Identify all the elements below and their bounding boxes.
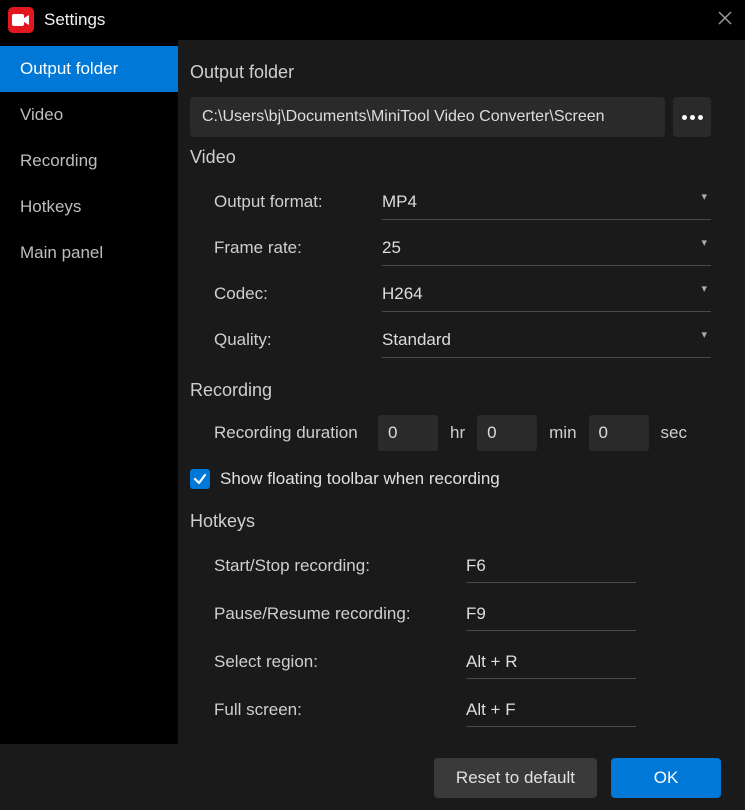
- hotkey-value: F6: [466, 556, 486, 576]
- sidebar-item-label: Output folder: [20, 59, 118, 79]
- duration-sec-input[interactable]: [589, 415, 649, 451]
- button-label: OK: [654, 768, 679, 788]
- content: Output folder C:\Users\bj\Documents\Mini…: [178, 40, 745, 744]
- hotkey-value: F9: [466, 604, 486, 624]
- chevron-down-icon: ▾: [701, 282, 707, 295]
- chevron-down-icon: ▾: [701, 328, 707, 341]
- footer: Reset to default OK: [0, 744, 745, 810]
- select-value: 25: [382, 238, 401, 258]
- sidebar-item-label: Hotkeys: [20, 197, 81, 217]
- browse-button[interactable]: [673, 97, 711, 137]
- hotkey-full-screen-label: Full screen:: [214, 700, 466, 720]
- sidebar-item-hotkeys[interactable]: Hotkeys: [0, 184, 178, 230]
- section-title-video: Video: [190, 147, 711, 168]
- frame-rate-select[interactable]: 25 ▾: [382, 230, 711, 266]
- settings-window: Settings Output folder Video Recording H…: [0, 0, 745, 810]
- sidebar-item-label: Main panel: [20, 243, 103, 263]
- app-icon: [8, 7, 34, 33]
- ellipsis-icon: [682, 115, 703, 120]
- hotkey-value: Alt + R: [466, 652, 518, 672]
- sidebar-item-label: Video: [20, 105, 63, 125]
- output-path-value: C:\Users\bj\Documents\MiniTool Video Con…: [202, 108, 605, 126]
- codec-select[interactable]: H264 ▾: [382, 276, 711, 312]
- hotkey-start-stop-input[interactable]: F6: [466, 549, 636, 583]
- recording-duration-label: Recording duration: [214, 423, 366, 443]
- show-toolbar-checkbox[interactable]: [190, 469, 210, 489]
- titlebar: Settings: [0, 0, 745, 40]
- hotkey-select-region-label: Select region:: [214, 652, 466, 672]
- ok-button[interactable]: OK: [611, 758, 721, 798]
- duration-hr-input[interactable]: [378, 415, 438, 451]
- quality-select[interactable]: Standard ▾: [382, 322, 711, 358]
- sec-unit: sec: [661, 423, 687, 443]
- window-title: Settings: [44, 10, 105, 30]
- hotkey-pause-resume-label: Pause/Resume recording:: [214, 604, 466, 624]
- output-path-input[interactable]: C:\Users\bj\Documents\MiniTool Video Con…: [190, 97, 665, 137]
- chevron-down-icon: ▾: [701, 236, 707, 249]
- sidebar-item-recording[interactable]: Recording: [0, 138, 178, 184]
- close-button[interactable]: [711, 4, 739, 32]
- select-value: Standard: [382, 330, 451, 350]
- min-unit: min: [549, 423, 576, 443]
- quality-label: Quality:: [214, 330, 382, 350]
- hotkey-pause-resume-input[interactable]: F9: [466, 597, 636, 631]
- hotkey-value: Alt + F: [466, 700, 516, 720]
- select-value: H264: [382, 284, 423, 304]
- reset-to-default-button[interactable]: Reset to default: [434, 758, 597, 798]
- section-title-hotkeys: Hotkeys: [190, 511, 711, 532]
- duration-min-input[interactable]: [477, 415, 537, 451]
- button-label: Reset to default: [456, 768, 575, 788]
- frame-rate-label: Frame rate:: [214, 238, 382, 258]
- hr-unit: hr: [450, 423, 465, 443]
- sidebar-item-label: Recording: [20, 151, 98, 171]
- sidebar-item-video[interactable]: Video: [0, 92, 178, 138]
- hotkey-start-stop-label: Start/Stop recording:: [214, 556, 466, 576]
- codec-label: Codec:: [214, 284, 382, 304]
- hotkey-full-screen-input[interactable]: Alt + F: [466, 693, 636, 727]
- section-title-recording: Recording: [190, 380, 711, 401]
- chevron-down-icon: ▾: [701, 190, 707, 203]
- sidebar: Output folder Video Recording Hotkeys Ma…: [0, 40, 178, 744]
- show-toolbar-label: Show floating toolbar when recording: [220, 469, 500, 489]
- select-value: MP4: [382, 192, 417, 212]
- scroll-area[interactable]: Output folder C:\Users\bj\Documents\Mini…: [190, 54, 721, 740]
- body: Output folder Video Recording Hotkeys Ma…: [0, 40, 745, 744]
- hotkey-select-region-input[interactable]: Alt + R: [466, 645, 636, 679]
- sidebar-item-output-folder[interactable]: Output folder: [0, 46, 178, 92]
- section-title-output-folder: Output folder: [190, 62, 711, 83]
- output-format-label: Output format:: [214, 192, 382, 212]
- output-format-select[interactable]: MP4 ▾: [382, 184, 711, 220]
- sidebar-item-main-panel[interactable]: Main panel: [0, 230, 178, 276]
